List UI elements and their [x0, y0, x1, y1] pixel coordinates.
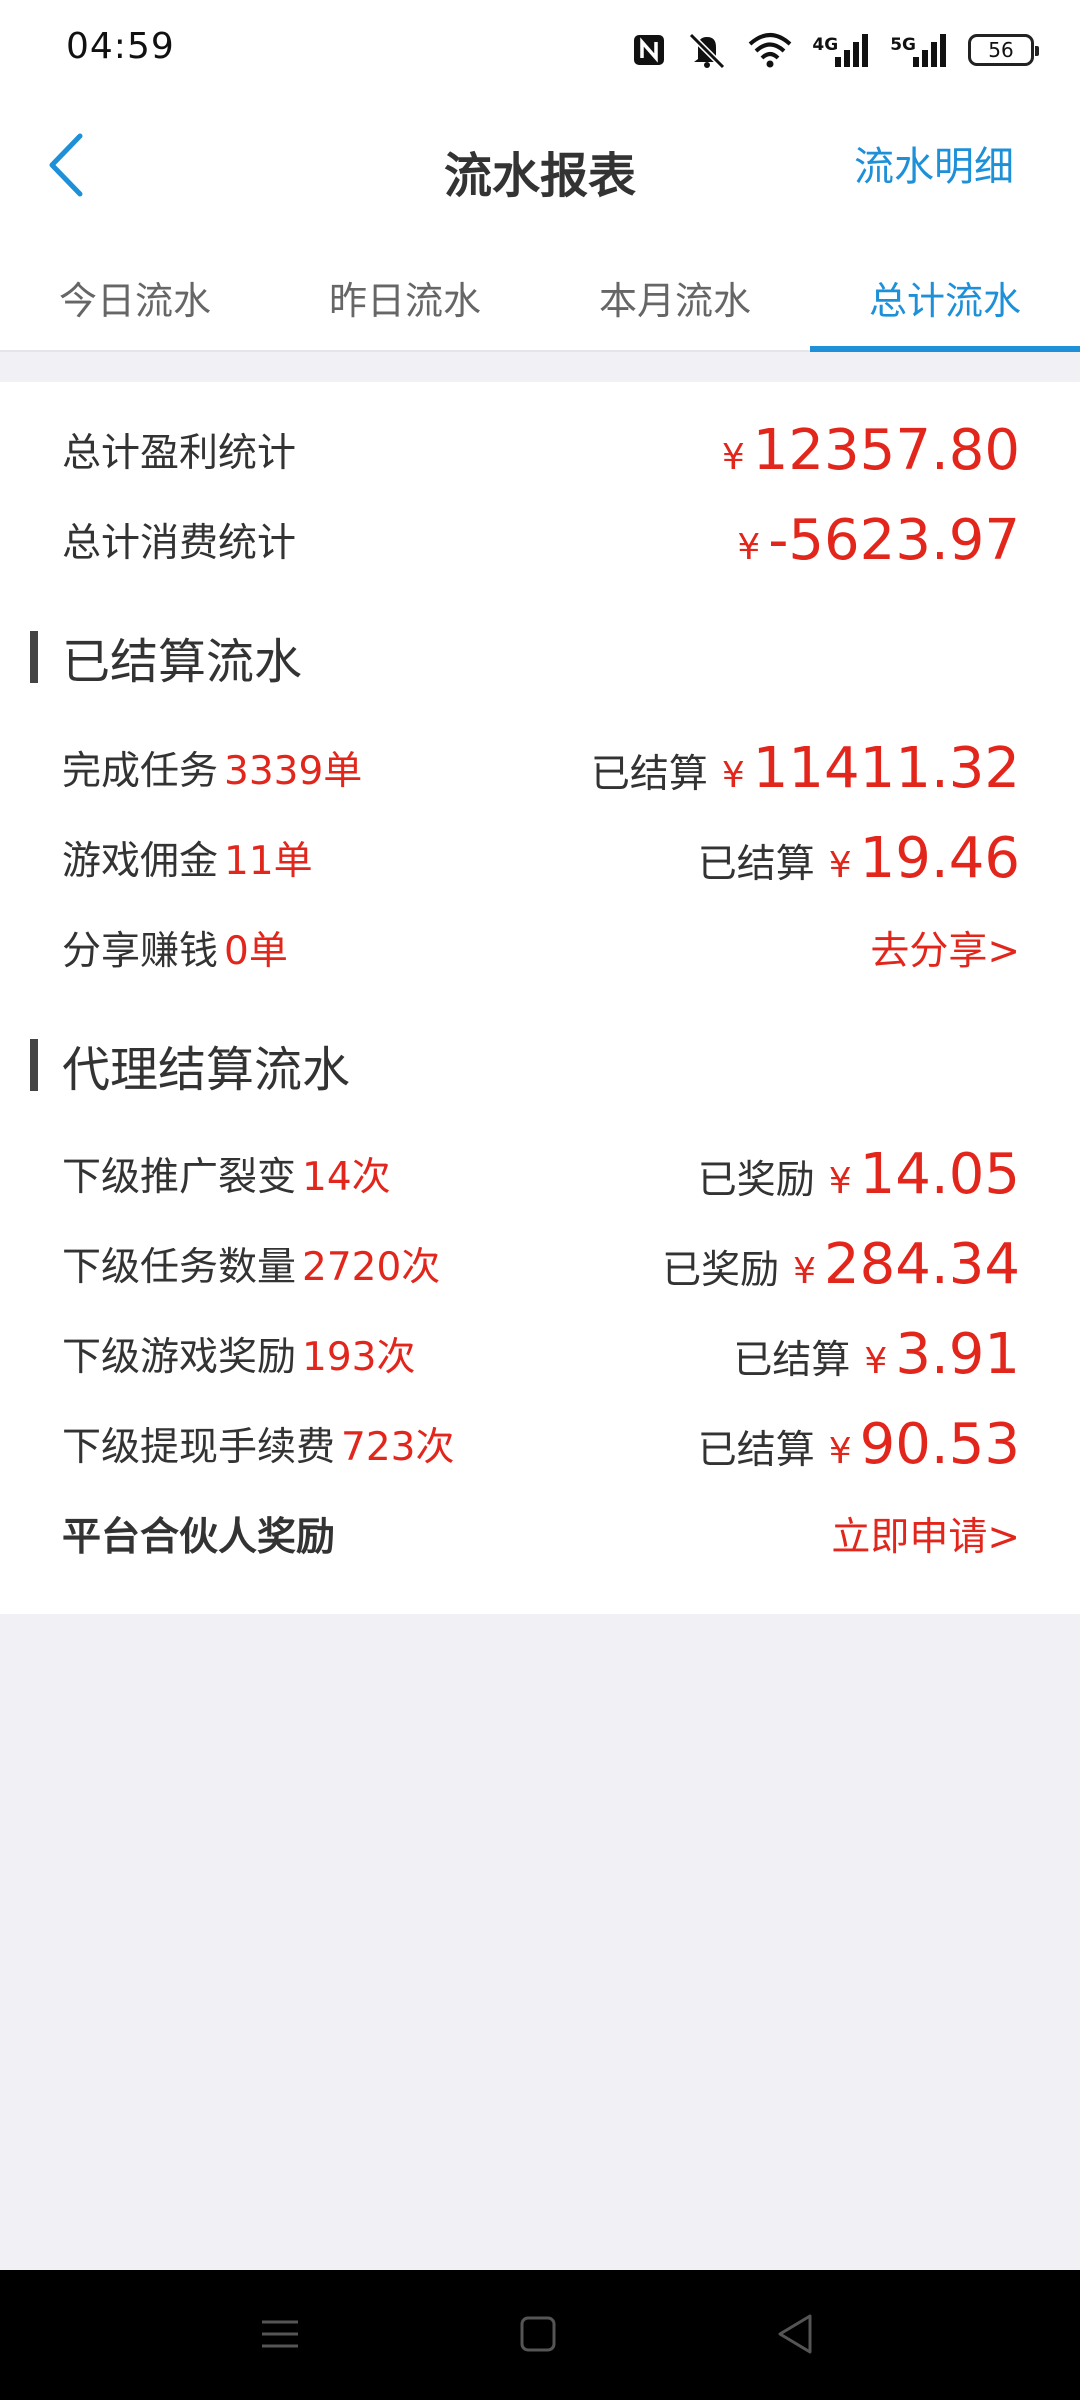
row-count: 0单: [224, 929, 288, 974]
settled-row-share: 分享赚钱 0单 去分享>: [62, 908, 1020, 988]
section-bar: [30, 1039, 38, 1091]
agent-row-withdraw-fee: 下级提现手续费 723次 已结算 ¥ 90.53: [62, 1404, 1020, 1484]
agent-section-title: 代理结算流水: [30, 1030, 350, 1100]
row-count: 14次: [302, 1155, 391, 1200]
row-label: 总计盈利统计: [62, 431, 297, 476]
row-count: 723次: [341, 1425, 455, 1470]
settle-status: 已结算: [590, 751, 708, 797]
home-icon[interactable]: [508, 2304, 568, 2364]
system-nav-bar: [0, 2270, 1080, 2400]
row-label: 下级游戏奖励 193次: [62, 1326, 415, 1382]
settle-status: 已结算: [733, 1337, 851, 1383]
amount-value: 90.53: [859, 1411, 1020, 1477]
menu-icon[interactable]: [250, 2304, 310, 2364]
agent-row-partner-reward: 平台合伙人奖励 立即申请>: [62, 1494, 1020, 1574]
status-icons: 4G 5G 56: [632, 28, 1039, 72]
currency-symbol: ¥: [828, 844, 852, 886]
row-count: 193次: [302, 1335, 416, 1380]
amount-value: 284.34: [824, 1231, 1020, 1297]
status-time: 04:59: [66, 26, 175, 67]
section-bar: [30, 631, 38, 683]
row-count: 2720次: [302, 1245, 441, 1290]
settle-status: 已结算: [697, 841, 815, 887]
header: 流水报表 流水明细: [0, 100, 1080, 230]
settle-status: 已结算: [697, 1427, 815, 1473]
screen: 04:59 4G 5G 56 流水报表 流水明细 今日流水 昨日流水 本月流水 …: [0, 0, 1080, 2400]
settle-status: 已奖励: [662, 1247, 780, 1293]
row-value: 已结算 ¥ 19.46: [698, 826, 1020, 891]
amount-value: 3.91: [895, 1321, 1020, 1387]
row-value: ¥ 12357.80: [722, 418, 1020, 483]
tab-bar: 今日流水 昨日流水 本月流水 总计流水: [0, 230, 1080, 352]
row-value: ¥ -5623.97: [737, 508, 1020, 573]
agent-row-referral: 下级推广裂变 14次 已奖励 ¥ 14.05: [62, 1134, 1020, 1214]
amount-value: 14.05: [859, 1141, 1020, 1207]
row-count: 11单: [224, 839, 313, 884]
status-bar: 04:59 4G 5G 56: [0, 0, 1080, 100]
tab-this-month[interactable]: 本月流水: [540, 230, 810, 350]
settled-section-title: 已结算流水: [30, 622, 302, 692]
agent-row-game-reward: 下级游戏奖励 193次 已结算 ¥ 3.91: [62, 1314, 1020, 1394]
tab-today[interactable]: 今日流水: [0, 230, 270, 350]
row-label: 总计消费统计: [62, 521, 297, 566]
report-card: 总计盈利统计 ¥ 12357.80 总计消费统计 ¥ -5623.97 已结算流…: [0, 382, 1080, 1614]
currency-symbol: ¥: [864, 1340, 888, 1382]
row-value: 立即申请>: [831, 1506, 1020, 1562]
tab-total[interactable]: 总计流水: [810, 230, 1080, 352]
amount-value: 12357.80: [752, 417, 1020, 483]
back-triangle-icon[interactable]: [766, 2304, 826, 2364]
row-value: 已奖励 ¥ 284.34: [662, 1232, 1020, 1297]
row-value: 已奖励 ¥ 14.05: [698, 1142, 1020, 1207]
row-value: 已结算 ¥ 3.91: [733, 1322, 1020, 1387]
signal-5g-icon: 5G: [890, 33, 948, 67]
currency-symbol: ¥: [828, 1160, 852, 1202]
signal-4g-icon: 4G: [812, 33, 870, 67]
row-label: 游戏佣金 11单: [62, 830, 313, 886]
settled-row-tasks: 完成任务 3339单 已结算 ¥ 11411.32: [62, 728, 1020, 808]
active-tab-indicator: [810, 346, 1080, 352]
settle-status: 已奖励: [697, 1157, 815, 1203]
row-label: 平台合伙人奖励: [62, 1515, 336, 1560]
tab-label: 今日流水: [58, 279, 211, 323]
row-label: 下级提现手续费 723次: [62, 1416, 454, 1472]
amount-value: -5623.97: [768, 507, 1020, 573]
total-profit-row: 总计盈利统计 ¥ 12357.80: [62, 410, 1020, 490]
row-label: 下级任务数量 2720次: [62, 1236, 440, 1292]
battery-icon: 56: [968, 34, 1039, 66]
mute-icon: [686, 31, 728, 69]
tab-yesterday[interactable]: 昨日流水: [270, 230, 540, 350]
row-value: 已结算 ¥ 11411.32: [591, 736, 1020, 801]
row-label: 下级推广裂变 14次: [62, 1146, 391, 1202]
amount-value: 19.46: [859, 825, 1020, 891]
go-share-link[interactable]: 去分享>: [870, 920, 1020, 976]
flow-detail-link[interactable]: 流水明细: [854, 134, 1014, 192]
settled-row-game-commission: 游戏佣金 11单 已结算 ¥ 19.46: [62, 818, 1020, 898]
tab-label: 总计流水: [868, 279, 1021, 323]
row-value: 去分享>: [870, 920, 1020, 976]
row-value: 已结算 ¥ 90.53: [698, 1412, 1020, 1477]
tab-label: 昨日流水: [328, 279, 481, 323]
currency-symbol: ¥: [793, 1250, 817, 1292]
apply-now-link[interactable]: 立即申请>: [831, 1506, 1020, 1562]
amount-value: 11411.32: [752, 735, 1020, 801]
row-label: 完成任务 3339单: [62, 740, 362, 796]
currency-symbol: ¥: [721, 754, 745, 796]
row-count: 3339单: [224, 749, 363, 794]
currency-symbol: ¥: [737, 526, 761, 568]
row-label: 分享赚钱 0单: [62, 920, 288, 976]
wifi-icon: [748, 32, 792, 68]
tab-label: 本月流水: [598, 279, 751, 323]
currency-symbol: ¥: [828, 1430, 852, 1472]
currency-symbol: ¥: [721, 436, 745, 478]
agent-row-task-count: 下级任务数量 2720次 已奖励 ¥ 284.34: [62, 1224, 1020, 1304]
battery-level: 56: [988, 38, 1014, 62]
nfc-icon: [632, 33, 666, 67]
total-consume-row: 总计消费统计 ¥ -5623.97: [62, 500, 1020, 580]
